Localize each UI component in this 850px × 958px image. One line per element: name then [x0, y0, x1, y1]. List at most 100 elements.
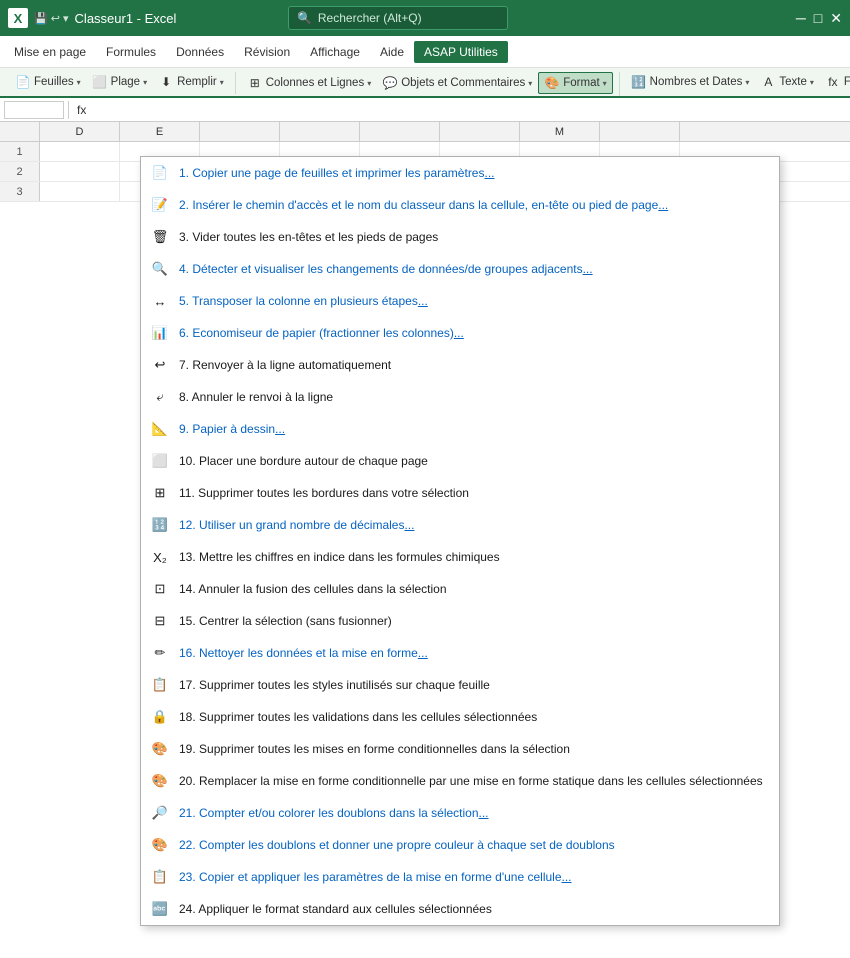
ribbon-btn-format[interactable]: 🎨 Format ▾	[538, 72, 612, 94]
ribbon-btn-nombres[interactable]: 🔢 Nombres et Dates ▾	[626, 72, 755, 92]
nombres-icon: 🔢	[631, 74, 647, 90]
ribbon-btn-texte[interactable]: A Texte ▾	[755, 72, 819, 92]
colonnes-chevron: ▾	[367, 79, 371, 88]
dropdown-item-10[interactable]: ⬜10. Placer une bordure autour de chaque…	[141, 445, 779, 477]
dropdown-item-icon-9: 📐	[149, 418, 171, 440]
menu-donnees[interactable]: Données	[166, 41, 234, 63]
dropdown-item-text-24: 24. Appliquer le format standard aux cel…	[179, 902, 767, 916]
dropdown-item-19[interactable]: 🎨19. Supprimer toutes les mises en forme…	[141, 733, 779, 765]
dropdown-item-24[interactable]: 🔤24. Appliquer le format standard aux ce…	[141, 893, 779, 925]
cell-d2[interactable]	[40, 162, 120, 181]
format-dropdown: 📄1. Copier une page de feuilles et impri…	[140, 156, 780, 926]
dropdown-item-12[interactable]: 🔢12. Utiliser un grand nombre de décimal…	[141, 509, 779, 541]
dropdown-item-16[interactable]: ✏16. Nettoyer les données et la mise en …	[141, 637, 779, 669]
dropdown-item-icon-12: 🔢	[149, 514, 171, 536]
dropdown-item-20[interactable]: 🎨20. Remplacer la mise en forme conditio…	[141, 765, 779, 797]
plage-icon: ⬜	[92, 74, 108, 90]
dropdown-item-6[interactable]: 📊6. Economiseur de papier (fractionner l…	[141, 317, 779, 349]
dropdown-item-icon-19: 🎨	[149, 738, 171, 760]
ribbon-btn-remplir[interactable]: ⬇ Remplir ▾	[153, 72, 229, 92]
dropdown-item-text-18: 18. Supprimer toutes les validations dan…	[179, 710, 767, 724]
dropdown-item-22[interactable]: 🎨 22. Compter les doublons et donner une …	[141, 829, 779, 861]
menu-aide[interactable]: Aide	[370, 41, 414, 63]
formules-grp-label: Formules	[844, 76, 850, 88]
col-header-d: D	[40, 122, 120, 141]
dropdown-item-text-23: 23. Copier et appliquer les paramètres d…	[179, 870, 767, 884]
menu-affichage[interactable]: Affichage	[300, 41, 370, 63]
texte-label: Texte	[779, 76, 807, 88]
dropdown-item-7[interactable]: ↩7. Renvoyer à la ligne automatiquement	[141, 349, 779, 381]
menu-formules[interactable]: Formules	[96, 41, 166, 63]
dropdown-item-8[interactable]: ⤶8. Annuler le renvoi à la ligne	[141, 381, 779, 413]
menu-mise-en-page[interactable]: Mise en page	[4, 41, 96, 63]
ribbon-group-sheets: 📄 Feuilles ▾ ⬜ Plage ▾ ⬇ Remplir ▾	[6, 72, 236, 94]
row-header-2: 2	[0, 162, 40, 181]
col-header-g	[280, 122, 360, 141]
dropdown-item-14[interactable]: ⊡14. Annuler la fusion des cellules dans…	[141, 573, 779, 605]
menu-revision[interactable]: Révision	[234, 41, 300, 63]
window-controls[interactable]: ─ □ ✕	[796, 10, 842, 27]
dropdown-item-5[interactable]: ↔5. Transposer la colonne en plusieurs é…	[141, 285, 779, 317]
dropdown-item-text-13: 13. Mettre les chiffres en indice dans l…	[179, 550, 767, 564]
maximize-icon[interactable]: □	[814, 10, 822, 27]
dropdown-item-13[interactable]: X₂13. Mettre les chiffres en indice dans…	[141, 541, 779, 573]
dropdown-item-icon-4: 🔍	[149, 258, 171, 280]
window-title: Classeur1 - Excel	[75, 11, 177, 26]
name-box[interactable]	[4, 101, 64, 119]
dropdown-item-icon-5: ↔	[149, 290, 171, 312]
cell-d3[interactable]	[40, 182, 120, 201]
objets-label: Objets et Commentaires	[401, 77, 525, 89]
dropdown-item-icon-8: ⤶	[149, 386, 171, 408]
objets-chevron: ▾	[528, 79, 532, 88]
ribbon-buttons-format: ⊞ Colonnes et Lignes ▾ 💬 Objets et Comme…	[242, 72, 613, 94]
dropdown-item-text-1: 1. Copier une page de feuilles et imprim…	[179, 166, 767, 180]
dropdown-item-15[interactable]: ⊟15. Centrer la sélection (sans fusionne…	[141, 605, 779, 637]
row-header-corner	[0, 122, 40, 141]
menu-asap[interactable]: ASAP Utilities	[414, 41, 508, 63]
col-header-i	[440, 122, 520, 141]
col-header-m: M	[520, 122, 600, 141]
row-header-1: 1	[0, 142, 40, 161]
dropdown-item-4[interactable]: 🔍 4. Détecter et visualiser les changemen…	[141, 253, 779, 285]
dropdown-item-text-17: 17. Supprimer toutes les styles inutilis…	[179, 678, 767, 692]
ribbon-btn-objets[interactable]: 💬 Objets et Commentaires ▾	[377, 73, 537, 93]
dropdown-item-text-4: 4. Détecter et visualiser les changement…	[179, 262, 767, 276]
ribbon-buttons-numbers: 🔢 Nombres et Dates ▾ A Texte ▾ fx Formul…	[626, 72, 850, 92]
cell-d1[interactable]	[40, 142, 120, 161]
ribbon-btn-formules-grp[interactable]: fx Formules ▾	[820, 72, 850, 92]
formules-grp-icon: fx	[825, 74, 841, 90]
col-header-f	[200, 122, 280, 141]
dropdown-item-23[interactable]: 📋23. Copier et appliquer les paramètres …	[141, 861, 779, 893]
dropdown-item-3[interactable]: 🗑3. Vider toutes les en-têtes et les pie…	[141, 221, 779, 253]
close-icon[interactable]: ✕	[830, 10, 842, 27]
dropdown-item-2[interactable]: 📝2. Insérer le chemin d'accès et le nom …	[141, 189, 779, 221]
ribbon-btn-colonnes[interactable]: ⊞ Colonnes et Lignes ▾	[242, 73, 376, 93]
dropdown-item-1[interactable]: 📄1. Copier une page de feuilles et impri…	[141, 157, 779, 189]
dropdown-item-9[interactable]: 📐9. Papier à dessin...	[141, 413, 779, 445]
formula-divider	[68, 101, 69, 119]
ribbon-btn-feuilles[interactable]: 📄 Feuilles ▾	[10, 72, 86, 92]
dropdown-item-18[interactable]: 🔒 18. Supprimer toutes les validations da…	[141, 701, 779, 733]
ribbon-btn-plage[interactable]: ⬜ Plage ▾	[87, 72, 152, 92]
dropdown-item-text-22: 22. Compter les doublons et donner une p…	[179, 838, 767, 852]
dropdown-item-icon-18: 🔒	[149, 706, 171, 728]
colonnes-label: Colonnes et Lignes	[266, 77, 364, 89]
dropdown-item-icon-22: 🎨	[149, 834, 171, 856]
feuilles-icon: 📄	[15, 74, 31, 90]
col-header-h	[360, 122, 440, 141]
minimize-icon[interactable]: ─	[796, 10, 806, 27]
col-header-e: E	[120, 122, 200, 141]
dropdown-item-icon-21: 🔎	[149, 802, 171, 824]
grid-header: D E M	[0, 122, 850, 142]
dropdown-item-icon-3: 🗑	[149, 226, 171, 248]
search-bar[interactable]: 🔍 Rechercher (Alt+Q)	[288, 6, 508, 30]
ribbon-buttons-sheets: 📄 Feuilles ▾ ⬜ Plage ▾ ⬇ Remplir ▾	[10, 72, 229, 92]
dropdown-item-11[interactable]: ⊞11. Supprimer toutes les bordures dans …	[141, 477, 779, 509]
dropdown-item-17[interactable]: 📋17. Supprimer toutes les styles inutili…	[141, 669, 779, 701]
dropdown-item-21[interactable]: 🔎21. Compter et/ou colorer les doublons …	[141, 797, 779, 829]
dropdown-item-icon-7: ↩	[149, 354, 171, 376]
dropdown-item-text-11: 11. Supprimer toutes les bordures dans v…	[179, 486, 767, 500]
dropdown-item-text-14: 14. Annuler la fusion des cellules dans …	[179, 582, 767, 596]
nombres-chevron: ▾	[745, 78, 749, 87]
quick-access-icons: 💾 ↩ ▾	[34, 12, 69, 25]
